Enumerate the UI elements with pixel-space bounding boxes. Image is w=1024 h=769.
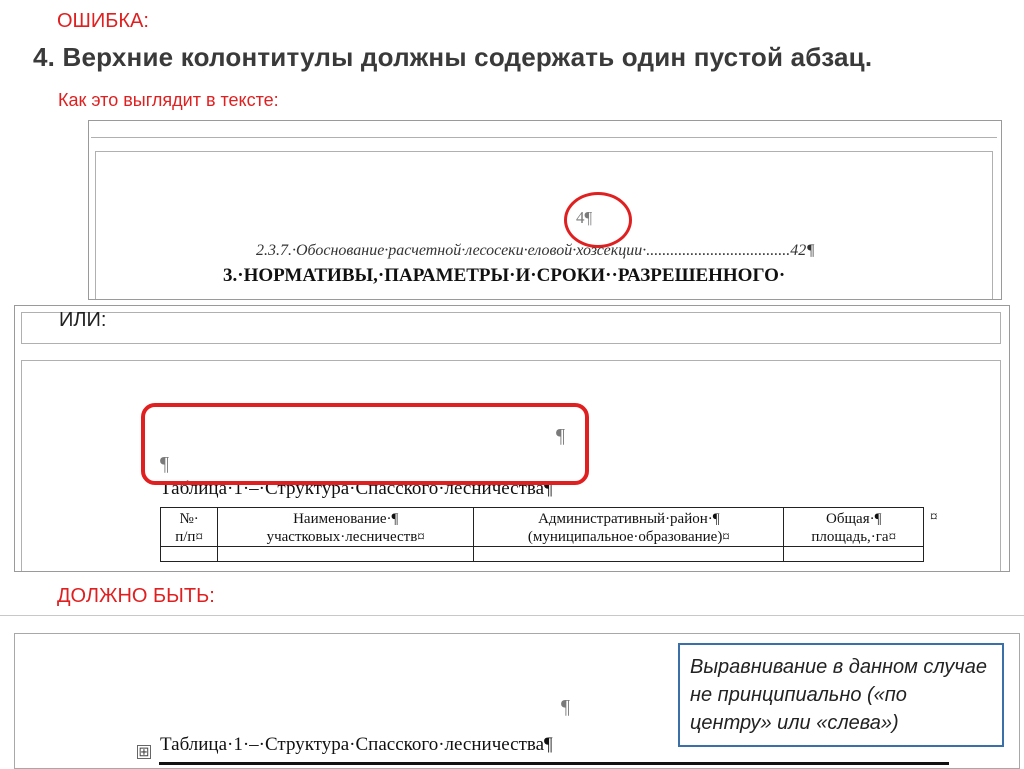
toc-entry: 2.3.7.·Обоснование·расчетной·лесосеки·ел… — [256, 242, 815, 259]
should-be-label: ДОЛЖНО БЫТЬ: — [57, 585, 215, 607]
error-label: ОШИБКА: — [57, 10, 149, 32]
header-area — [91, 121, 997, 138]
how-it-looks-label: Как это выглядит в тексте: — [58, 90, 279, 110]
pilcrow-mark: ¶ — [561, 696, 571, 718]
or-label: ИЛИ: — [59, 309, 107, 331]
highlight-rectangle — [141, 403, 589, 485]
section-heading: 3.·НОРМАТИВЫ,·ПАРАМЕТРЫ·И·СРОКИ··РАЗРЕШЕ… — [223, 265, 786, 286]
row-end-mark: ¤ — [930, 509, 938, 525]
highlight-circle — [564, 192, 632, 248]
table-header-cell: Общая·¶ площадь,·га¤ — [783, 507, 924, 547]
table-caption: Таблица·1·–·Структура·Спасского·лесничес… — [160, 734, 553, 755]
header-area — [21, 312, 1001, 344]
example-2-document-snippet: ИЛИ: ¶ ¶ Таблица·1·–·Структура·Спасского… — [14, 305, 1010, 572]
data-table: №· п/п¤ Наименование·¶ участковых·лесничес… — [159, 507, 924, 562]
divider — [0, 615, 1024, 616]
rule-heading: 4. Верхние колонтитулы должны содержать … — [33, 42, 873, 72]
table-row — [159, 546, 924, 562]
table-top-border — [159, 762, 949, 765]
table-move-handle-icon[interactable]: ⊞ — [137, 745, 151, 759]
example-1-document-snippet: 4¶ 2.3.7.·Обоснование·расчетной·лесосеки… — [88, 120, 1002, 300]
page-body: 4¶ 2.3.7.·Обоснование·расчетной·лесосеки… — [95, 151, 993, 299]
table-header-cell: Административный·район·¶ (муниципальное·о… — [473, 507, 785, 547]
note-text: Выравнивание в данном случае не принципи… — [690, 656, 988, 734]
table-header-cell: Наименование·¶ участковых·лесничеств¤ — [217, 507, 475, 547]
note-box: Выравнивание в данном случае не принципи… — [678, 643, 1004, 747]
table-header-cell: №· п/п¤ — [159, 507, 219, 547]
table-header-row: №· п/п¤ Наименование·¶ участковых·лесничес… — [159, 507, 924, 547]
